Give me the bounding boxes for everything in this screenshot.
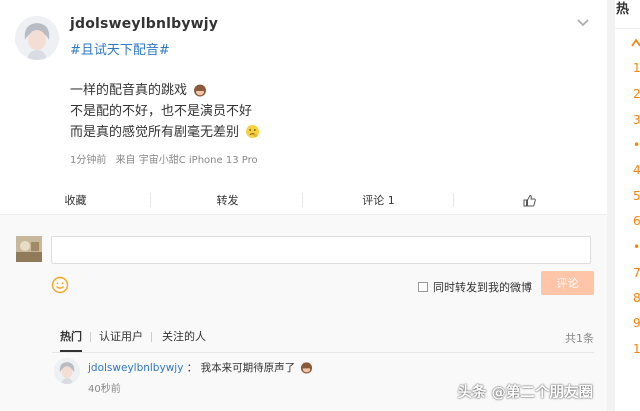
comment-count: 共1条 — [565, 332, 594, 345]
sidebar-rank[interactable]: 1 — [633, 342, 640, 356]
filter-following[interactable]: 关注的人 — [162, 330, 206, 352]
emoji-picker-icon[interactable] — [51, 276, 69, 294]
comment-filter-bar: 热门 认证用户 关注的人 共1条 — [52, 330, 594, 353]
sidebar-rank[interactable]: 3 — [633, 113, 640, 127]
sync-repost-label: 同时转发到我的微博 — [433, 281, 532, 294]
topic-link[interactable]: #且试天下配音# — [70, 39, 170, 58]
comment-item: jdolsweylbnlbywjy ： 我本来可期待原声了 — [88, 360, 313, 375]
comment-input[interactable] — [51, 236, 591, 264]
sidebar-rank[interactable]: 7 — [633, 266, 640, 280]
thinking-emoji-icon — [246, 125, 260, 138]
filter-hot[interactable]: 热门 — [60, 330, 82, 352]
filter-verified[interactable]: 认证用户 — [99, 330, 143, 352]
sidebar-rank[interactable]: 8 — [633, 291, 640, 305]
hot-search-sidebar: 热 1 2 3 • 4 5 6 • 7 8 9 1 — [615, 0, 640, 411]
comment-text: 我本来可期待原声了 — [200, 362, 296, 374]
post-source: 来自 宇宙小甜C iPhone 13 Pro — [115, 155, 258, 166]
filter-divider — [90, 332, 91, 342]
post-card: jdolsweylbnlbywjy #且试天下配音# 一样的配音真的跳戏 不是配… — [0, 0, 607, 411]
favorite-button[interactable]: 收藏 — [0, 186, 151, 214]
post-meta: 1分钟前 来自 宇宙小甜C iPhone 13 Pro — [70, 151, 264, 166]
comment-separator: ： — [186, 362, 198, 374]
sidebar-rank[interactable]: 6 — [633, 214, 640, 228]
sidebar-rank[interactable]: 9 — [633, 316, 640, 330]
sidebar-rank[interactable]: 1 — [633, 61, 640, 75]
current-user-avatar[interactable] — [16, 236, 42, 262]
sync-repost-option[interactable]: 同时转发到我的微博 — [418, 279, 532, 295]
sidebar-rank[interactable]: • — [633, 240, 640, 254]
repost-button[interactable]: 转发 — [152, 186, 303, 214]
post-line: 而是真的感觉所有剧毫无差别 — [70, 122, 260, 143]
comment-button[interactable]: 评论 1 — [303, 186, 454, 214]
watermark: 头条 @第二个朋友圈 — [457, 385, 593, 401]
commenter-name[interactable]: jdolsweylbnlbywjy — [88, 362, 183, 374]
thumbs-up-icon — [523, 194, 536, 206]
like-button[interactable] — [454, 186, 605, 214]
monkey-emoji-icon — [301, 362, 313, 374]
sidebar-title: 热 — [616, 2, 630, 17]
monkey-emoji-icon — [194, 84, 207, 97]
sync-repost-checkbox[interactable] — [418, 282, 428, 292]
sidebar-rank[interactable]: 2 — [633, 87, 640, 101]
avatar[interactable] — [15, 16, 59, 60]
post-text: 一样的配音真的跳戏 不是配的不好，也不是演员不好 而是真的感觉所有剧毫无差别 — [70, 80, 260, 143]
comment-time: 40秒前 — [88, 384, 121, 395]
hot-icon — [631, 38, 640, 47]
sidebar-rank[interactable]: 4 — [633, 163, 640, 177]
post-line-text: 而是真的感觉所有剧毫无差别 — [70, 125, 240, 140]
filter-divider — [151, 332, 152, 342]
sidebar-rank[interactable]: 5 — [633, 189, 640, 203]
username[interactable]: jdolsweylbnlbywjy — [70, 16, 218, 32]
sidebar-rank[interactable]: • — [633, 138, 640, 152]
post-line: 不是配的不好，也不是演员不好 — [70, 101, 260, 122]
submit-comment-button[interactable]: 评论 — [541, 271, 594, 295]
chevron-down-icon[interactable] — [574, 14, 592, 32]
commenter-avatar[interactable] — [54, 358, 80, 384]
action-bar: 收藏 转发 评论 1 — [0, 186, 607, 215]
post-time[interactable]: 1分钟前 — [70, 155, 106, 166]
post-line-text: 不是配的不好，也不是演员不好 — [70, 104, 253, 119]
divider — [615, 28, 640, 29]
post-line: 一样的配音真的跳戏 — [70, 80, 260, 101]
post-line-text: 一样的配音真的跳戏 — [70, 83, 188, 98]
